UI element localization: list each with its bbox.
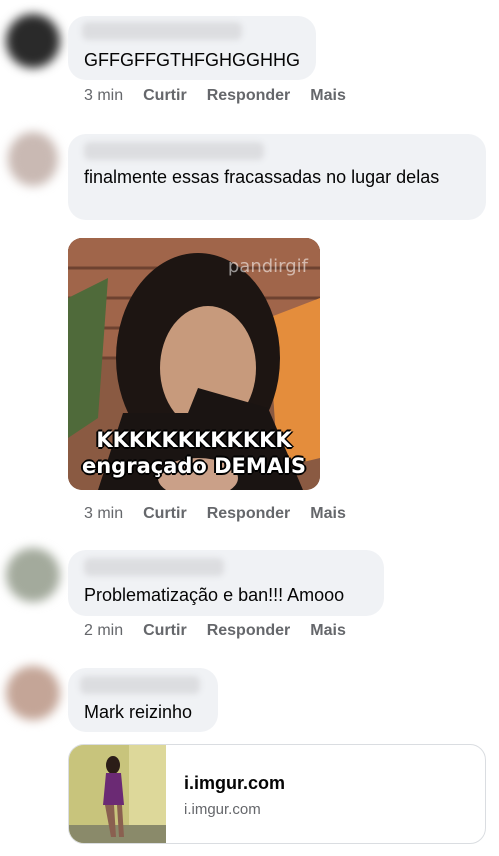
link-preview-card[interactable]: i.imgur.com i.imgur.com bbox=[68, 744, 486, 844]
author-name-redacted[interactable] bbox=[84, 558, 224, 576]
gif-caption-line2: engraçado DEMAIS bbox=[81, 454, 306, 478]
comment-text: finalmente essas fracassadas no lugar de… bbox=[84, 167, 440, 187]
reply-button[interactable]: Responder bbox=[207, 87, 291, 105]
avatar[interactable] bbox=[8, 132, 58, 186]
author-name-redacted[interactable] bbox=[80, 676, 200, 694]
gif-caption-line1: KKKKKKKKKKKK bbox=[96, 428, 292, 452]
gif-watermark: pandirgif bbox=[227, 256, 308, 277]
like-button[interactable]: Curtir bbox=[143, 622, 187, 640]
more-button[interactable]: Mais bbox=[310, 87, 346, 105]
comment-text: Problematização e ban!!! Amooo bbox=[84, 585, 345, 605]
reply-button[interactable]: Responder bbox=[207, 505, 291, 523]
link-title: i.imgur.com bbox=[184, 773, 286, 793]
avatar[interactable] bbox=[6, 666, 60, 720]
timestamp: 2 min bbox=[84, 622, 124, 639]
link-thumbnail bbox=[69, 745, 166, 843]
avatar[interactable] bbox=[6, 548, 60, 602]
avatar[interactable] bbox=[6, 14, 60, 68]
link-domain: i.imgur.com bbox=[184, 801, 261, 818]
gif-attachment[interactable]: pandirgif KKKKKKKKKKKK engraçado DEMAIS bbox=[68, 238, 320, 490]
more-button[interactable]: Mais bbox=[310, 622, 346, 640]
comment-text: GFFGFFGTHFGHGGHHG bbox=[84, 50, 300, 70]
timestamp: 3 min bbox=[84, 87, 124, 104]
comment-actions: 3 min Curtir Responder Mais bbox=[84, 87, 366, 105]
more-button[interactable]: Mais bbox=[310, 505, 346, 523]
comment-actions: 2 min Curtir Responder Mais bbox=[84, 622, 366, 640]
comment-actions: 3 min Curtir Responder Mais bbox=[84, 505, 366, 523]
reply-button[interactable]: Responder bbox=[207, 622, 291, 640]
author-name-redacted[interactable] bbox=[82, 22, 242, 40]
like-button[interactable]: Curtir bbox=[143, 505, 187, 523]
timestamp: 3 min bbox=[84, 505, 124, 522]
like-button[interactable]: Curtir bbox=[143, 87, 187, 105]
author-name-redacted[interactable] bbox=[84, 142, 264, 160]
comment-text: Mark reizinho bbox=[84, 702, 193, 722]
